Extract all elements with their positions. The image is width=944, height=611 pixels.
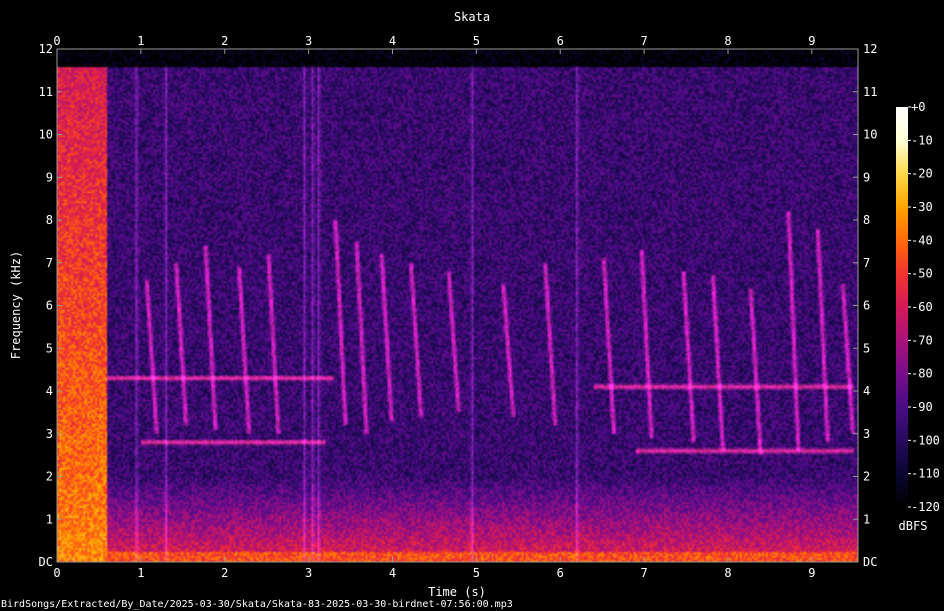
y-tick-label-right: 1 [863, 512, 870, 526]
x-tick-label-top: 6 [557, 34, 564, 48]
colorbar-gradient [896, 107, 908, 507]
y-tick-label: 1 [46, 512, 53, 526]
y-tick-label: 12 [39, 42, 53, 56]
colorbar-tick-label: -30 [911, 200, 933, 214]
colorbar-tick-label: -80 [911, 367, 933, 381]
x-tick-label: 0 [53, 566, 60, 580]
x-tick-label-top: 3 [305, 34, 312, 48]
x-tick-label: 1 [137, 566, 144, 580]
colorbar-tick-label: -100 [911, 433, 940, 447]
y-tick-label-right: 12 [863, 42, 877, 56]
y-tick-label-right: 4 [863, 384, 870, 398]
y-axis-label: Frequency (kHz) [9, 251, 23, 359]
x-tick-label-top: 4 [389, 34, 396, 48]
y-tick-label: 3 [46, 427, 53, 441]
spectrogram-heatmap [57, 49, 858, 562]
y-tick-label: 9 [46, 170, 53, 184]
y-tick-label: 2 [46, 470, 53, 484]
y-tick-label-right: 10 [863, 128, 877, 142]
y-tick-label: DC [39, 555, 53, 569]
x-tick-label-top: 5 [473, 34, 480, 48]
file-path: BirdSongs/Extracted/By_Date/2025-03-30/S… [1, 599, 513, 610]
x-tick-label-top: 0 [53, 34, 60, 48]
y-tick-label: 6 [46, 299, 53, 313]
x-tick-label: 4 [389, 566, 396, 580]
chart-title: Skata [454, 10, 490, 24]
x-tick-label: 2 [221, 566, 228, 580]
y-tick-label-right: 6 [863, 299, 870, 313]
x-tick-label: 5 [473, 566, 480, 580]
x-tick-label-top: 2 [221, 34, 228, 48]
y-tick-label-right: DC [863, 555, 877, 569]
x-tick-label: 8 [724, 566, 731, 580]
y-tick-label: 8 [46, 213, 53, 227]
y-tick-label-right: 3 [863, 427, 870, 441]
y-tick-label: 7 [46, 256, 53, 270]
y-tick-label: 11 [39, 85, 53, 99]
x-axis-label: Time (s) [428, 585, 486, 599]
spectrogram-figure: Skata 00112233445566778899DC DC1 12 23 34 45 5… [0, 0, 944, 611]
colorbar-tick-label: -40 [911, 233, 933, 247]
y-tick-label: 10 [39, 128, 53, 142]
y-tick-label-right: 9 [863, 170, 870, 184]
colorbar-tick-label: -20 [911, 167, 933, 181]
x-tick-label-top: 7 [641, 34, 648, 48]
x-tick-label: 9 [808, 566, 815, 580]
y-tick-label-right: 11 [863, 85, 877, 99]
colorbar-tick-label: -110 [911, 467, 940, 481]
colorbar-tick-label: -50 [911, 267, 933, 281]
x-tick-label: 6 [557, 566, 564, 580]
spectrogram-image [57, 49, 858, 562]
x-tick-label: 7 [641, 566, 648, 580]
colorbar-tick-label: -120 [911, 500, 940, 514]
colorbar-tick-label: -70 [911, 333, 933, 347]
colorbar-tick-label: -90 [911, 400, 933, 414]
x-tick-label-top: 8 [724, 34, 731, 48]
y-tick-label: 5 [46, 341, 53, 355]
y-tick-label-right: 5 [863, 341, 870, 355]
colorbar-tick-label: +0 [911, 100, 925, 114]
y-tick-label-right: 8 [863, 213, 870, 227]
y-tick-label-right: 2 [863, 470, 870, 484]
x-tick-label-top: 9 [808, 34, 815, 48]
x-tick-label: 3 [305, 566, 312, 580]
colorbar-tick-label: -60 [911, 300, 933, 314]
x-tick-label-top: 1 [137, 34, 144, 48]
colorbar-label: dBFS [899, 519, 928, 533]
y-tick-label: 4 [46, 384, 53, 398]
colorbar-tick-label: -10 [911, 133, 933, 147]
y-tick-label-right: 7 [863, 256, 870, 270]
